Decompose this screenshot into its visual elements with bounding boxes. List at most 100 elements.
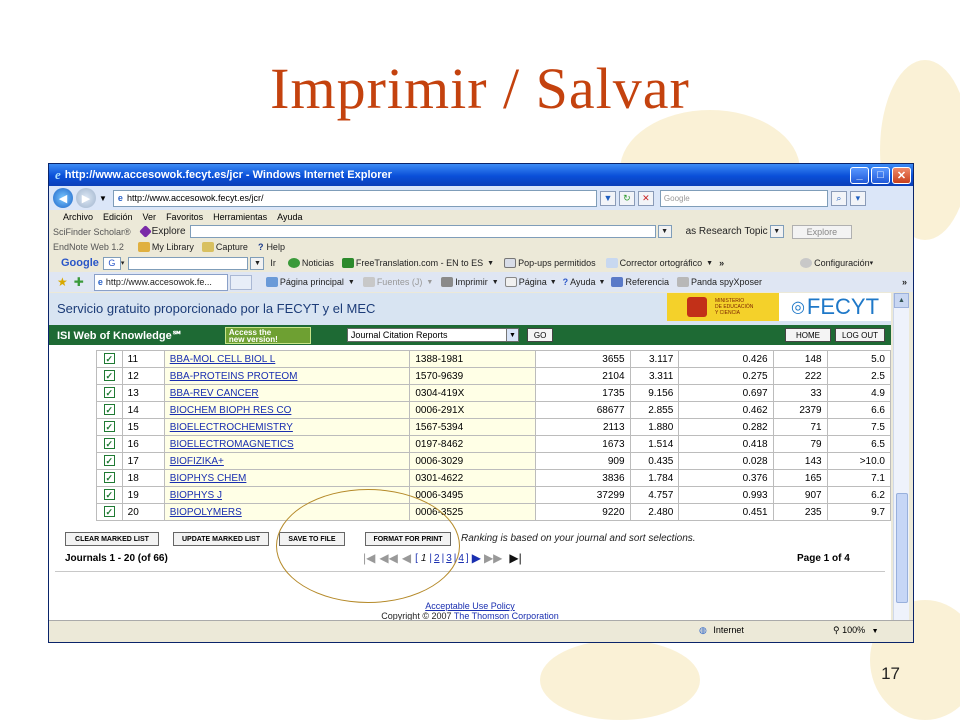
noticias-button[interactable]: Noticias	[302, 258, 334, 268]
config-button[interactable]: Configuración	[814, 258, 870, 268]
home-link-button[interactable]: HOME	[784, 328, 831, 342]
search-options-button[interactable]: ▾	[849, 190, 866, 206]
address-input[interactable]: e http://www.accesowok.fecyt.es/jcr/	[112, 189, 597, 207]
page-dropdown-icon[interactable]: ▼	[550, 279, 557, 286]
mark-checkbox[interactable]: ✓	[103, 472, 115, 483]
google-search-dropdown[interactable]: ▼	[250, 256, 265, 270]
print-dropdown-icon[interactable]: ▼	[492, 279, 499, 286]
more-commands-icon[interactable]: »	[902, 277, 907, 287]
access-new-version-button[interactable]: Access the new version!	[224, 326, 311, 344]
mark-checkbox[interactable]: ✓	[103, 421, 115, 432]
mark-checkbox[interactable]: ✓	[103, 387, 115, 398]
scifinder-explore-button[interactable]: Explore	[791, 224, 853, 239]
refresh-button[interactable]: ↻	[618, 190, 635, 206]
go-button[interactable]: GO	[526, 328, 554, 342]
journal-link[interactable]: BBA-MOL CELL BIOL L	[170, 354, 276, 365]
feeds-dropdown-icon[interactable]: ▼	[426, 279, 433, 286]
journal-link[interactable]: BIOPHYS J	[170, 490, 222, 501]
stop-button[interactable]: ✕	[637, 190, 654, 206]
google-search-input[interactable]	[128, 256, 249, 270]
browser-tab[interactable]: e http://www.accesowok.fe...	[93, 273, 228, 291]
config-dropdown-icon[interactable]: ▾	[870, 259, 874, 267]
favorites-star-icon[interactable]: ★	[57, 275, 68, 289]
print-button[interactable]: Imprimir	[455, 277, 488, 287]
database-select[interactable]: Journal Citation Reports ▼	[346, 328, 519, 342]
scifinder-explore-label[interactable]: Explore	[152, 226, 186, 237]
scroll-thumb[interactable]	[896, 493, 908, 603]
journal-link[interactable]: BBA-PROTEINS PROTEOM	[170, 371, 298, 382]
vertical-scrollbar[interactable]: ▲	[893, 293, 909, 620]
mark-checkbox[interactable]: ✓	[103, 438, 115, 449]
popups-button[interactable]: Pop-ups permitidos	[518, 258, 596, 268]
mark-checkbox[interactable]: ✓	[103, 370, 115, 381]
menu-archivo[interactable]: Archivo	[63, 212, 93, 222]
articles-cell: 235	[772, 503, 828, 521]
update-marked-list-button[interactable]: UPDATE MARKED LIST	[173, 532, 269, 546]
help-menu-button[interactable]: Ayuda	[570, 277, 595, 287]
next-page-icon[interactable]: ▶	[472, 551, 481, 565]
help-button[interactable]: Help	[266, 242, 285, 252]
minimize-button[interactable]: _	[850, 166, 869, 184]
new-tab-button[interactable]	[229, 274, 252, 290]
logout-button[interactable]: LOG OUT	[834, 328, 885, 342]
search-input[interactable]: Google	[659, 189, 828, 207]
mark-checkbox[interactable]: ✓	[103, 455, 115, 466]
address-dropdown-button[interactable]: ▼	[599, 190, 616, 206]
google-ir-button[interactable]: Ir	[270, 258, 276, 268]
page-link-4[interactable]: 4	[458, 553, 464, 564]
spellcheck-button[interactable]: Corrector ortográfico	[620, 258, 703, 268]
menu-favoritos[interactable]: Favoritos	[166, 212, 203, 222]
page-menu-button[interactable]: Página	[519, 277, 547, 287]
journal-link[interactable]: BIOCHEM BIOPH RES CO	[170, 405, 292, 416]
my-library-button[interactable]: My Library	[152, 242, 194, 252]
close-button[interactable]: ✕	[892, 166, 911, 184]
spellcheck-dropdown-icon[interactable]: ▼	[706, 260, 713, 267]
google-menu-button[interactable]: G	[102, 256, 121, 270]
google-logo: Google	[61, 257, 99, 269]
mark-checkbox[interactable]: ✓	[103, 404, 115, 415]
more-chevron-icon[interactable]: »	[719, 258, 724, 268]
rank-cell: 15	[121, 418, 165, 436]
panda-button[interactable]: Panda spyXposer	[691, 277, 762, 287]
menu-ver[interactable]: Ver	[143, 212, 157, 222]
journal-link[interactable]: BIOELECTROMAGNETICS	[170, 439, 294, 450]
scifinder-topic-select[interactable]: as Research Topic	[686, 226, 768, 237]
journal-link[interactable]: BBA-REV CANCER	[170, 388, 259, 399]
menu-edicion[interactable]: Edición	[103, 212, 133, 222]
home-button[interactable]: Página principal	[280, 277, 344, 287]
journal-title-cell: BIOELECTROMAGNETICS	[163, 435, 411, 453]
scifinder-search-input[interactable]	[189, 225, 656, 238]
zoom-dropdown-icon: ▼	[871, 628, 879, 635]
menu-ayuda[interactable]: Ayuda	[277, 212, 302, 222]
search-button[interactable]: ⌕	[830, 190, 847, 206]
background-blob	[540, 640, 700, 720]
history-dropdown-icon[interactable]: ▼	[99, 194, 107, 203]
journal-link[interactable]: BIOPHYS CHEM	[170, 473, 247, 484]
mark-checkbox[interactable]: ✓	[103, 353, 115, 364]
journal-link[interactable]: BIOELECTROCHEMISTRY	[170, 422, 293, 433]
last-page-icon[interactable]: ▶|	[509, 551, 521, 565]
topic-dropdown[interactable]: ▼	[769, 225, 784, 238]
zoom-control[interactable]: ⚲ 100% ▼	[833, 625, 879, 636]
menu-herramientas[interactable]: Herramientas	[213, 212, 267, 222]
mark-checkbox[interactable]: ✓	[103, 489, 115, 500]
journal-link[interactable]: BIOFIZIKA+	[170, 456, 224, 467]
back-button[interactable]: ◀	[53, 188, 73, 208]
forward-button[interactable]: ▶	[76, 188, 96, 208]
google-menu-icon[interactable]: ▾	[121, 259, 125, 267]
feeds-button[interactable]: Fuentes (J)	[377, 277, 423, 287]
help-dropdown-icon[interactable]: ▼	[599, 279, 606, 286]
capture-button[interactable]: Capture	[216, 242, 248, 252]
clear-marked-list-button[interactable]: CLEAR MARKED LIST	[65, 532, 159, 546]
acceptable-use-link[interactable]: Acceptable Use Policy	[49, 601, 891, 611]
reference-button[interactable]: Referencia	[625, 277, 669, 287]
maximize-button[interactable]: □	[871, 166, 890, 184]
add-favorites-icon[interactable]: ✚	[74, 275, 84, 289]
mark-checkbox[interactable]: ✓	[103, 506, 115, 517]
freetranslation-button[interactable]: FreeTranslation.com - EN to ES	[356, 258, 483, 268]
journal-link[interactable]: BIOPOLYMERS	[170, 507, 242, 518]
home-dropdown-icon[interactable]: ▼	[348, 279, 355, 286]
freetranslation-dropdown-icon[interactable]: ▼	[487, 260, 494, 267]
scifinder-dropdown[interactable]: ▼	[657, 225, 672, 238]
scroll-up-icon[interactable]: ▲	[894, 293, 909, 308]
